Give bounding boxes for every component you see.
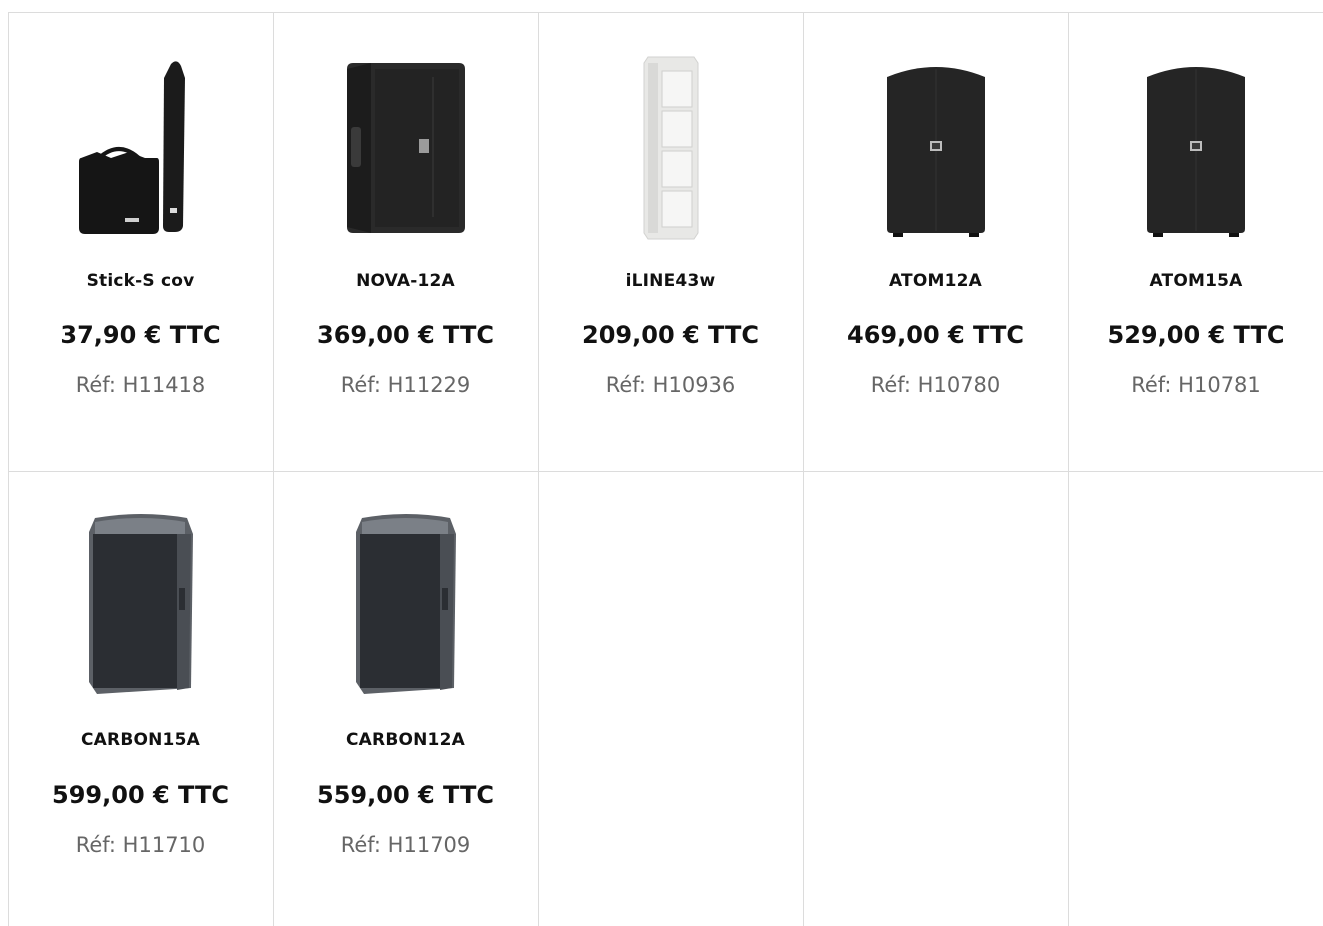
product-price: 209,00 € TTC: [582, 321, 759, 349]
product-price: 469,00 € TTC: [847, 321, 1024, 349]
product-link[interactable]: ATOM12A 469,00 € TTC Réf: H10780: [804, 13, 1067, 471]
product-name[interactable]: CARBON12A: [274, 730, 537, 750]
product-price: 529,00 € TTC: [1107, 321, 1285, 349]
cover-bags-image: [78, 61, 185, 234]
product-image[interactable]: [804, 53, 1067, 243]
empty-cell: [1068, 472, 1323, 926]
speaker-black-image: [346, 63, 465, 233]
product-name[interactable]: NOVA-12A: [274, 271, 537, 291]
speaker-black-image: [1147, 67, 1245, 237]
product-image[interactable]: [274, 53, 537, 243]
product-card[interactable]: iLINE43w 209,00 € TTC Réf: H10936: [538, 13, 802, 471]
product-link[interactable]: CARBON12A 559,00 € TTC Réf: H11709: [274, 472, 537, 926]
product-name[interactable]: Stick-S cov: [9, 271, 272, 291]
product-card[interactable]: ATOM12A 469,00 € TTC Réf: H10780: [803, 13, 1067, 471]
product-row: Stick-S cov 37,90 € TTC Réf: H11418 NOVA…: [8, 12, 1323, 472]
product-ref: Réf: H11418: [75, 373, 206, 397]
product-name[interactable]: CARBON15A: [9, 730, 272, 750]
product-image[interactable]: [9, 53, 272, 243]
product-price: 369,00 € TTC: [317, 321, 494, 349]
product-ref: Réf: H11710: [75, 833, 206, 857]
product-name[interactable]: ATOM12A: [804, 271, 1067, 291]
product-ref: Réf: H10936: [605, 373, 736, 397]
product-image[interactable]: [9, 510, 272, 700]
product-link[interactable]: NOVA-12A 369,00 € TTC Réf: H11229: [274, 13, 537, 471]
product-price: 37,90 € TTC: [60, 321, 221, 349]
product-price: 559,00 € TTC: [317, 781, 494, 809]
product-name[interactable]: iLINE43w: [539, 271, 802, 291]
product-grid: Stick-S cov 37,90 € TTC Réf: H11418 NOVA…: [8, 12, 1323, 926]
product-card[interactable]: NOVA-12A 369,00 € TTC Réf: H11229: [273, 13, 537, 471]
product-image[interactable]: [539, 53, 802, 243]
product-link[interactable]: ATOM15A 529,00 € TTC Réf: H10781: [1069, 13, 1323, 471]
product-row: CARBON15A 599,00 € TTC Réf: H11710 CARBO…: [8, 471, 1323, 926]
product-ref: Réf: H10780: [870, 373, 1001, 397]
product-price: 599,00 € TTC: [52, 781, 229, 809]
empty-cell: [538, 472, 802, 926]
product-link[interactable]: CARBON15A 599,00 € TTC Réf: H11710: [9, 472, 272, 926]
product-image[interactable]: [1069, 53, 1323, 243]
product-card[interactable]: ATOM15A 529,00 € TTC Réf: H10781: [1068, 13, 1323, 471]
speaker-grey-image: [88, 514, 193, 694]
speaker-black-image: [886, 67, 985, 237]
product-name[interactable]: ATOM15A: [1069, 271, 1323, 291]
product-card[interactable]: CARBON12A 559,00 € TTC Réf: H11709: [273, 472, 537, 926]
product-ref: Réf: H11229: [340, 373, 471, 397]
product-card[interactable]: CARBON15A 599,00 € TTC Réf: H11710: [8, 472, 272, 926]
product-card[interactable]: Stick-S cov 37,90 € TTC Réf: H11418: [8, 13, 272, 471]
product-link[interactable]: Stick-S cov 37,90 € TTC Réf: H11418: [9, 13, 272, 471]
empty-cell: [803, 472, 1067, 926]
product-ref: Réf: H10781: [1131, 373, 1261, 397]
column-speaker-white-image: [643, 56, 698, 240]
product-link[interactable]: iLINE43w 209,00 € TTC Réf: H10936: [539, 13, 802, 471]
speaker-grey-image: [355, 514, 456, 694]
product-ref: Réf: H11709: [340, 833, 471, 857]
product-image[interactable]: [274, 510, 537, 700]
